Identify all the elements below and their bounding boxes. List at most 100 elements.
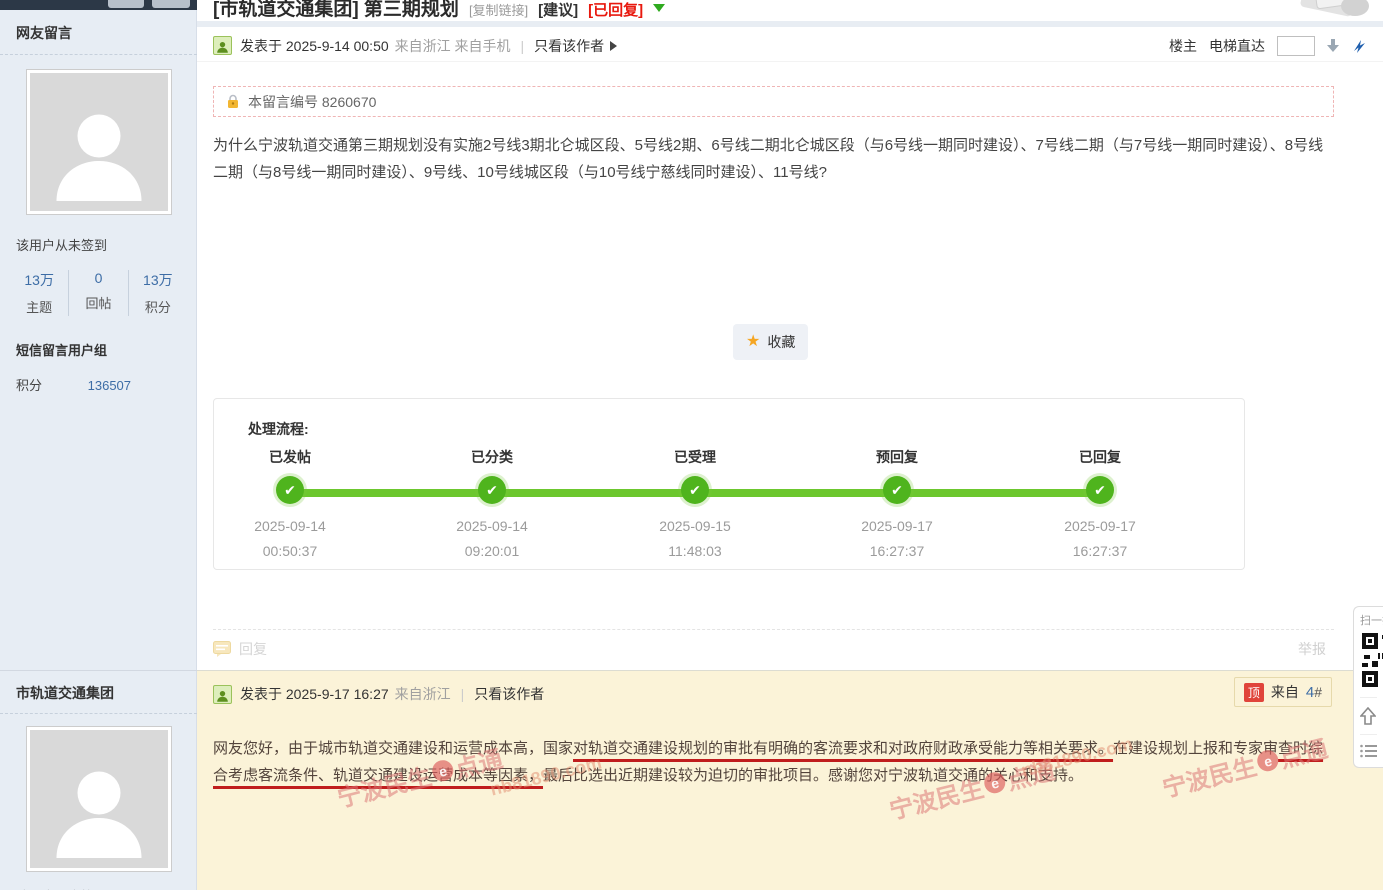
- op-user-group: 短信留言用户组: [16, 343, 108, 358]
- scan-label: 扫一扫: [1360, 615, 1383, 627]
- flow-step-label: 已发帖: [269, 449, 311, 465]
- check-icon: ✔: [883, 476, 911, 504]
- stat-points: 13万 积分: [127, 270, 187, 316]
- flow-step-label: 已受理: [674, 449, 716, 465]
- replier-username[interactable]: 市轨道交通集团: [0, 671, 197, 714]
- decorative-image: [1300, 0, 1369, 17]
- person-icon: [56, 771, 141, 858]
- reply-button[interactable]: 回复: [213, 639, 267, 659]
- elevator-link[interactable]: 电梯直达: [1209, 36, 1265, 56]
- op-profile: 网友留言 该用户从未签到 13万 主题 0 回帖 13万 积分 短信留言用户组 …: [0, 10, 197, 394]
- check-icon: ✔: [681, 476, 709, 504]
- points-value[interactable]: 136507: [88, 378, 131, 393]
- panel-divider: [1360, 734, 1377, 735]
- favorite-button[interactable]: ★ 收藏: [733, 324, 809, 360]
- flow-step-date: 2025-09-14: [254, 518, 326, 534]
- expand-arrow-icon: [610, 40, 618, 51]
- flow-step-posted: 已发帖 ✔ 2025-09-14 00:50:37: [215, 447, 365, 559]
- floor-indicator-box: 顶 来自 4#: [1233, 677, 1332, 707]
- jump-icon: [1354, 39, 1365, 53]
- post2-body: 网友您好，由于城市轨道交通建设和运营成本高，国家对轨道交通建设规划的审批有明确的…: [213, 735, 1334, 789]
- post-reply: 发表于 2025-9-17 16:27 来自浙江 | 只看该作者 顶 来自 4#…: [197, 670, 1383, 890]
- person-icon: [56, 114, 141, 201]
- stat-points-label: 积分: [144, 300, 171, 315]
- reply-text-underlined: 对轨道交通建设规划的审批有明确的客流要求和对政府财政承受能力等相关要求。: [573, 740, 1114, 757]
- replied-arrow-icon: [653, 3, 666, 12]
- stat-replies-value[interactable]: 0: [69, 270, 127, 286]
- chrome-fragment: [108, 0, 144, 8]
- from-label: 来自: [1270, 684, 1299, 700]
- post1-body: 为什么宁波轨道交通第三期规划没有实施2号线3期北仑城区段、5号线2期、6号线二期…: [213, 137, 1324, 181]
- chrome-fragment: [152, 0, 190, 8]
- process-flow-box: 处理流程: 已发帖 ✔ 2025-09-14 00:50:37 已分类 ✔ 20…: [213, 398, 1245, 570]
- divider: |: [520, 37, 525, 54]
- post2-origin: 来自浙江: [394, 686, 451, 702]
- qr-code: [1360, 631, 1383, 691]
- check-icon: ✔: [276, 476, 304, 504]
- flow-step-time: 09:20:01: [464, 543, 520, 559]
- stat-replies-label: 回帖: [85, 296, 112, 311]
- favorite-label: 收藏: [767, 334, 796, 350]
- post1-actions-row: 回复 举报: [213, 629, 1334, 659]
- header-band: [197, 21, 1383, 27]
- up-arrow-icon: [1360, 707, 1376, 725]
- quick-jump-button[interactable]: [1351, 38, 1367, 54]
- only-author-link[interactable]: 只看该作者: [534, 36, 604, 56]
- thread-main: [市轨道交通集团] 第三期规划 [复制链接] [建议] [已回复] 发表于 20…: [197, 0, 1383, 890]
- replier-avatar-icon: [213, 684, 232, 704]
- back-to-top-button[interactable]: [1360, 704, 1383, 728]
- post1-meta-row: 发表于 2025-9-14 00:50 来自浙江 来自手机 | 只看该作者 楼主…: [197, 30, 1383, 62]
- chat-bubble-icon: [213, 641, 231, 657]
- floor-hash: #: [1314, 683, 1322, 700]
- reply-text: 网友您好，由于城市轨道交通建设和运营成本高，国家: [213, 740, 574, 757]
- page-jump-input[interactable]: [1277, 35, 1315, 56]
- floor-label: 楼主: [1169, 37, 1197, 54]
- stat-replies: 0 回帖: [68, 270, 127, 316]
- post1-meta-right: 楼主 电梯直达: [1169, 35, 1367, 56]
- op-stats: 13万 主题 0 回帖 13万 积分: [10, 270, 187, 316]
- panel-divider: [1360, 697, 1377, 698]
- flow-step-date: 2025-09-15: [659, 518, 731, 534]
- flow-step-label: 已分类: [471, 449, 513, 465]
- flow-step-date: 2025-09-14: [456, 518, 528, 534]
- jump-down-button[interactable]: [1327, 39, 1339, 52]
- op-username[interactable]: 网友留言: [0, 10, 197, 55]
- flow-step-time: 00:50:37: [262, 543, 318, 559]
- flow-step-time: 16:27:37: [1072, 543, 1128, 559]
- only-author-link[interactable]: 只看该作者: [474, 684, 544, 704]
- tag-replied: [已回复]: [588, 2, 644, 19]
- tag-advice[interactable]: [建议]: [538, 0, 578, 20]
- stat-threads-value[interactable]: 13万: [10, 270, 68, 290]
- report-link[interactable]: 举报: [1298, 639, 1326, 659]
- replier-avatar[interactable]: [25, 726, 172, 872]
- check-icon: ✔: [1086, 476, 1114, 504]
- replier-signin-status: 该用户从未签到: [16, 886, 197, 890]
- flow-step-time: 16:27:37: [869, 543, 925, 559]
- list-icon: [1360, 744, 1377, 758]
- op-signin-status: 该用户从未签到: [16, 238, 108, 253]
- reply-label: 回复: [239, 641, 267, 657]
- lock-icon: [228, 94, 238, 108]
- side-tool-panel: 扫一扫: [1353, 606, 1383, 768]
- top-badge: 顶: [1243, 682, 1264, 702]
- stat-points-value[interactable]: 13万: [129, 270, 187, 290]
- thread-list-button[interactable]: [1360, 741, 1383, 761]
- flow-step-date: 2025-09-17: [861, 518, 933, 534]
- reply-text: 在建设规划上报和专家审: [1113, 740, 1279, 757]
- check-icon: ✔: [478, 476, 506, 504]
- post1-posted-time: 发表于 2025-9-14 00:50: [240, 37, 389, 54]
- poster-avatar-icon: [213, 36, 232, 55]
- replier-profile: 市轨道交通集团 该用户从未签到: [0, 670, 197, 890]
- thread-title: [市轨道交通集团] 第三期规划: [213, 0, 459, 20]
- stat-threads-label: 主题: [26, 300, 53, 315]
- thread-page: 网友留言 该用户从未签到 13万 主题 0 回帖 13万 积分 短信留言用户组 …: [0, 0, 1383, 890]
- flow-step-accepted: 已受理 ✔ 2025-09-15 11:48:03: [620, 447, 770, 559]
- message-number: 本留言编号 8260670: [248, 93, 377, 110]
- op-avatar[interactable]: [25, 69, 172, 215]
- floor-number[interactable]: 4: [1306, 684, 1314, 701]
- flow-title: 处理流程:: [248, 421, 309, 437]
- flow-step-replied: 已回复 ✔ 2025-09-17 16:27:37: [1025, 447, 1175, 559]
- copy-link[interactable]: [复制链接]: [469, 0, 528, 19]
- post1-origin: 来自浙江 来自手机: [394, 37, 511, 54]
- flow-step-label: 已回复: [1079, 449, 1121, 465]
